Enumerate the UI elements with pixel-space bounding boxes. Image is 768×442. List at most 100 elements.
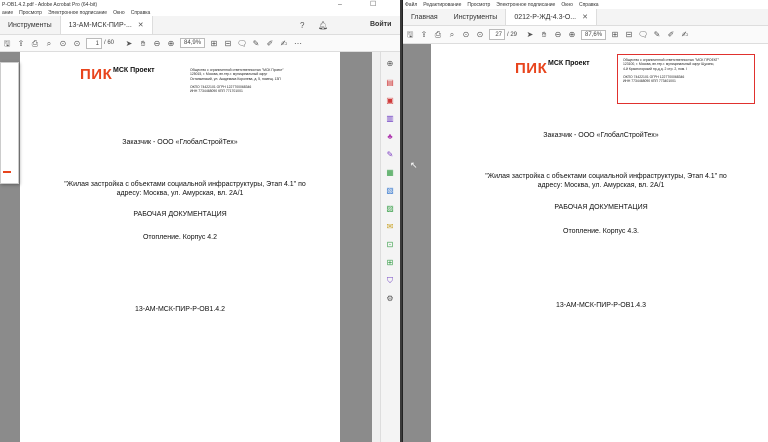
page-up-icon[interactable]: ⊙	[459, 26, 473, 43]
search-icon[interactable]: ⌕	[445, 26, 459, 43]
project-line-1: "Жилая застройка с объектами социальной …	[485, 173, 727, 180]
tab-document[interactable]: 0212-Р-ЖД-4.3-О... ✕	[505, 9, 597, 25]
page-down-icon[interactable]: ⊙	[473, 26, 487, 43]
tab-tools[interactable]: Инструменты	[446, 9, 506, 25]
comment-tool-icon[interactable]: ✉	[384, 221, 396, 233]
menu-item[interactable]: Электронное подписание	[496, 2, 555, 8]
share-icon[interactable]: ♣	[384, 131, 396, 143]
project-line-2: адресу: Москва, ул. Амурская, вл. 2А/1	[116, 190, 244, 197]
page-number-input[interactable]: 1	[86, 37, 102, 49]
compress-icon[interactable]: ▨	[384, 203, 396, 215]
zoom-in-icon[interactable]: ⊕	[565, 26, 579, 43]
pik-logo: ПИК	[80, 66, 113, 83]
zoom-in-icon[interactable]: ⊕	[164, 35, 178, 52]
pen-icon[interactable]: ✎	[249, 35, 263, 52]
project-line-1: "Жилая застройка с объектами социальной …	[64, 181, 306, 188]
pen-icon[interactable]: ✎	[650, 26, 664, 43]
upload-icon[interactable]: ⇪	[14, 35, 28, 52]
comment-icon[interactable]: 🗨︎	[235, 35, 249, 52]
toolbar: 🖫︎ ⇪ ⎙ ⌕ ⊙ ⊙ 27 / 29 ➤ ✋︎ ⊖ ⊕ 87,6% ⊞ ⊟ …	[403, 26, 768, 44]
page-number-input[interactable]: 27	[489, 29, 505, 40]
menu-item[interactable]: Редактирование	[423, 2, 461, 8]
fill-sign-icon[interactable]: ✎	[384, 149, 396, 161]
pdf-page: ПИК МСК Проект Общество с ограниченной о…	[20, 52, 340, 442]
fit-page-icon[interactable]: ⊞	[207, 35, 221, 52]
highlight-icon[interactable]: ✐	[263, 35, 277, 52]
doc-type: РАБОЧАЯ ДОКУМЕНТАЦИЯ	[554, 204, 648, 211]
upload-icon[interactable]: ⇪	[417, 26, 431, 43]
menu-item[interactable]: Справка	[579, 2, 599, 8]
right-acrobat-window: Файл Редактирование Просмотр Электронное…	[402, 0, 768, 442]
menu-item[interactable]: Просмотр	[19, 10, 42, 16]
menu-item[interactable]: ание	[2, 10, 13, 16]
logo-subtitle: МСК Проект	[548, 60, 590, 67]
menu-item[interactable]: Электронное подписание	[48, 10, 107, 16]
document-code: 13-АМ-МСК-ПИР-Р-ОВ1.4.3	[556, 302, 646, 309]
maximize-icon[interactable]: ☐	[370, 0, 376, 9]
create-pdf-icon[interactable]: ▣	[384, 95, 396, 107]
section-title: Отопление. Корпус 4.2	[142, 234, 218, 241]
tab-tools[interactable]: Инструменты	[0, 16, 60, 34]
pdf-page: ПИК МСК Проект Общество с ограниченной о…	[431, 44, 768, 442]
highlight-icon[interactable]: ✐	[664, 26, 678, 43]
zoom-out-icon[interactable]: ⊖	[551, 26, 565, 43]
org-details: Общество с ограниченной ответственностью…	[623, 58, 753, 83]
scroll-mode-icon[interactable]: ⊟	[221, 35, 235, 52]
organize-icon[interactable]: ▦	[384, 167, 396, 179]
sign-icon[interactable]: ✍︎	[678, 26, 692, 43]
menu-item[interactable]: Окно	[561, 2, 573, 8]
minimize-icon[interactable]: –	[338, 0, 342, 9]
menu-item[interactable]: Окно	[113, 10, 125, 16]
protect-icon[interactable]: ⛉	[384, 275, 396, 287]
export-pdf-icon[interactable]: ▤	[384, 77, 396, 89]
measure-icon[interactable]: ⊞	[384, 257, 396, 269]
zoom-select[interactable]: 87,6%	[581, 29, 607, 40]
zoom-out-icon[interactable]: ⊖	[150, 35, 164, 52]
zoom-icon[interactable]: ⊕	[384, 58, 396, 70]
window-title: Р-ОВ1.4.2.pdf - Adobe Acrobat Pro (64-bi…	[2, 1, 98, 8]
print-icon[interactable]: ⎙	[28, 35, 42, 52]
org-line: ИНН 7734468090 КПП 771701001	[190, 89, 243, 94]
hand-icon[interactable]: ✋︎	[136, 35, 150, 52]
document-code: 13-АМ-МСК-ПИР-Р-ОВ1.4.2	[135, 306, 225, 313]
customize-icon[interactable]: ⚙	[384, 293, 396, 305]
cursor-icon[interactable]: ➤	[523, 26, 537, 43]
help-icon[interactable]: ?	[300, 21, 304, 30]
document-canvas[interactable]: ПИК МСК Проект Общество с ограниченной о…	[403, 44, 768, 442]
document-canvas[interactable]: ПИК МСК Проект Общество с ограниченной о…	[0, 52, 400, 442]
page-up-icon[interactable]: ⊙	[56, 35, 70, 52]
page-down-icon[interactable]: ⊙	[70, 35, 84, 52]
comment-icon[interactable]: 🗨︎	[636, 26, 650, 43]
print-production-icon[interactable]: ⊡	[384, 239, 396, 251]
scan-icon[interactable]: ▧	[384, 185, 396, 197]
hand-icon[interactable]: ✋︎	[537, 26, 551, 43]
left-acrobat-window: Р-ОВ1.4.2.pdf - Adobe Acrobat Pro (64-bi…	[0, 0, 400, 442]
tab-document[interactable]: 13-АМ-МСК-ПИР-... ✕	[59, 16, 153, 34]
menu-bar: ание Просмотр Электронное подписание Окн…	[0, 9, 400, 16]
close-icon[interactable]: ✕	[138, 21, 144, 29]
scroll-mode-icon[interactable]: ⊟	[622, 26, 636, 43]
side-panel-popup[interactable]	[0, 62, 19, 184]
tab-label: 13-АМ-МСК-ПИР-...	[68, 21, 132, 29]
signin-button[interactable]: Войти	[370, 21, 391, 28]
doc-type: РАБОЧАЯ ДОКУМЕНТАЦИЯ	[133, 211, 227, 218]
cursor-icon[interactable]: ➤	[122, 35, 136, 52]
edit-pdf-icon[interactable]: ▥	[384, 113, 396, 125]
menu-item[interactable]: Просмотр	[467, 2, 490, 8]
sign-icon[interactable]: ✍︎	[277, 35, 291, 52]
tab-home[interactable]: Главная	[403, 9, 446, 25]
search-icon[interactable]: ⌕	[42, 35, 56, 52]
menu-item[interactable]: Файл	[405, 2, 417, 8]
bell-icon[interactable]: 🔔︎	[318, 21, 328, 30]
save-icon[interactable]: 🖫︎	[403, 26, 417, 43]
zoom-select[interactable]: 84,9%	[180, 38, 206, 48]
scrollbar[interactable]	[372, 52, 380, 442]
save-icon[interactable]: 🖫︎	[0, 35, 14, 52]
fit-page-icon[interactable]: ⊞	[608, 26, 622, 43]
more-icon[interactable]: ⋯	[291, 35, 305, 52]
close-icon[interactable]: ✕	[582, 13, 588, 21]
menu-item[interactable]: Справка	[131, 10, 151, 16]
tab-label: Инструменты	[453, 13, 498, 21]
popup-accent-bar	[3, 171, 11, 173]
print-icon[interactable]: ⎙	[431, 26, 445, 43]
